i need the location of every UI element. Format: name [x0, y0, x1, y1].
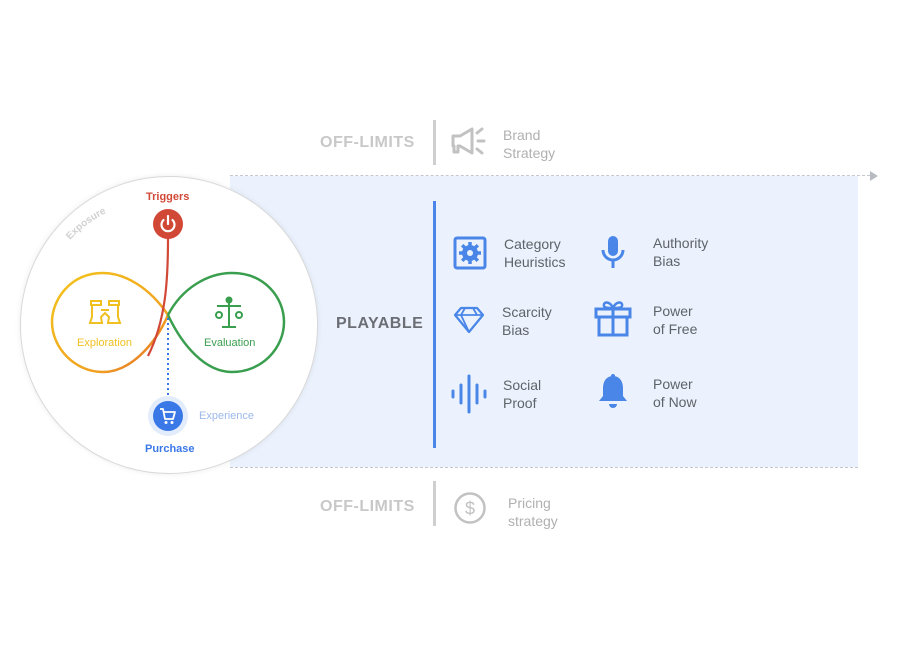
item-label-line1: Authority	[653, 235, 709, 251]
off-limits-bottom-label: OFF-LIMITS	[320, 498, 415, 515]
pricing-strategy-line2: strategy	[508, 513, 558, 529]
dollar-circle-icon: $	[454, 492, 486, 524]
microphone-icon	[601, 236, 625, 268]
item-label-line1: Power	[653, 303, 693, 319]
item-label-line1: Social	[503, 377, 542, 393]
pricing-strategy-label: Pricing strategy	[508, 494, 558, 530]
evaluation-label: Evaluation	[204, 337, 256, 349]
item-label-line2: of Free	[653, 321, 698, 337]
item-label-line2: Bias	[653, 253, 681, 269]
exploration-label: Exploration	[77, 337, 133, 349]
off-limits-bottom-divider	[433, 481, 436, 526]
evaluation-loop	[166, 271, 286, 374]
journey-graphic: Exposure	[50, 206, 286, 436]
cart-icon	[153, 401, 183, 431]
item-label-line1: Power	[653, 376, 693, 392]
brand-strategy-line2: Strategy	[503, 145, 556, 161]
exposure-label: Exposure	[64, 206, 108, 243]
playable-divider	[433, 201, 436, 448]
item-label-line1: Scarcity	[502, 304, 552, 320]
experience-label: Experience	[199, 410, 255, 422]
playable-label: PLAYABLE	[336, 315, 424, 332]
purchase-label: Purchase	[145, 443, 195, 455]
brand-strategy-label: Brand Strategy	[503, 126, 555, 162]
triggers-label: Triggers	[146, 191, 190, 203]
item-label-line2: Heuristics	[504, 254, 566, 270]
off-limits-top-divider	[433, 120, 436, 165]
binoculars-icon	[88, 300, 122, 324]
svg-text:$: $	[465, 499, 475, 519]
arrow-head-icon	[870, 171, 878, 181]
item-label-line2: Bias	[502, 322, 530, 338]
trigger-line	[147, 237, 170, 357]
gear-box-icon	[453, 236, 487, 270]
gift-icon	[594, 301, 632, 337]
item-label-line1: Category	[504, 236, 561, 252]
item-label-line2: Proof	[503, 395, 537, 411]
pricing-strategy-line1: Pricing	[508, 495, 551, 511]
brand-strategy-line1: Brand	[503, 127, 541, 143]
diamond-icon	[453, 306, 485, 334]
item-label-line2: of Now	[653, 394, 697, 410]
megaphone-icon	[451, 127, 486, 155]
bell-icon	[599, 374, 627, 408]
soundwave-icon	[451, 374, 487, 414]
scale-icon	[215, 296, 243, 328]
